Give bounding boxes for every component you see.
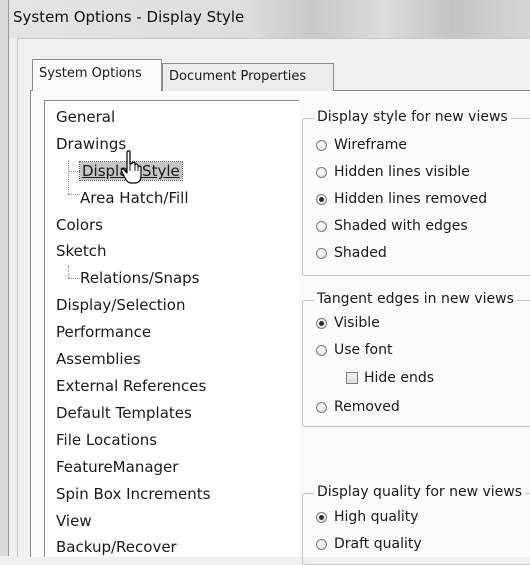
display-quality-legend: Display quality for new views (314, 484, 526, 500)
tree-connector (68, 194, 80, 195)
tangent-edges-legend: Tangent edges in new views (314, 291, 517, 307)
tree-item-colors[interactable]: Colors (56, 214, 103, 236)
option-tangent-removed[interactable]: Removed (316, 398, 400, 416)
tree-item-featuremanager[interactable]: FeatureManager (56, 456, 178, 478)
display-quality-group (302, 493, 530, 565)
option-hide-ends[interactable]: Hide ends (346, 369, 434, 387)
tree-item-file-locations[interactable]: File Locations (56, 429, 157, 451)
tree-item-sketch[interactable]: Sketch (56, 240, 107, 262)
option-tangent-visible[interactable]: Visible (316, 314, 380, 332)
background-edge (0, 0, 8, 556)
tree-item-backup-recover[interactable]: Backup/Recover (56, 536, 177, 558)
display-style-legend: Display style for new views (314, 109, 511, 125)
option-shaded-with-edges[interactable]: Shaded with edges (316, 217, 468, 235)
tree-connector (68, 278, 80, 279)
option-tangent-use-font[interactable]: Use font (316, 341, 392, 359)
radio-selected-icon[interactable] (316, 512, 327, 523)
radio-icon[interactable] (316, 248, 327, 259)
tree-item-assemblies[interactable]: Assemblies (56, 348, 141, 370)
tree-item-spin-box-increments[interactable]: Spin Box Increments (56, 483, 210, 505)
radio-selected-icon[interactable] (316, 194, 327, 205)
option-hidden-lines-visible[interactable]: Hidden lines visible (316, 163, 470, 181)
radio-icon[interactable] (316, 345, 327, 356)
radio-icon[interactable] (316, 140, 327, 151)
tab-system-options[interactable]: System Options (32, 59, 162, 91)
tree-item-general[interactable]: General (56, 106, 115, 128)
option-wireframe[interactable]: Wireframe (316, 136, 407, 154)
tree-item-default-templates[interactable]: Default Templates (56, 402, 192, 424)
tab-document-properties[interactable]: Document Properties (162, 63, 334, 91)
radio-icon[interactable] (316, 402, 327, 413)
option-high-quality[interactable]: High quality (316, 508, 419, 526)
checkbox-icon[interactable] (346, 372, 358, 384)
title-bar[interactable]: System Options - Display Style (9, 0, 530, 38)
tree-item-external-references[interactable]: External References (56, 375, 206, 397)
tree-connector (68, 266, 69, 278)
tree-item-relations-snaps[interactable]: Relations/Snaps (80, 267, 200, 289)
tree-item-performance[interactable]: Performance (56, 321, 151, 343)
radio-icon[interactable] (316, 539, 327, 550)
option-shaded[interactable]: Shaded (316, 244, 387, 262)
tree-connector (68, 160, 69, 194)
radio-icon[interactable] (316, 221, 327, 232)
option-hidden-lines-removed[interactable]: Hidden lines removed (316, 190, 487, 208)
tree-item-area-hatch-fill[interactable]: Area Hatch/Fill (80, 187, 189, 209)
tree-item-view[interactable]: View (56, 510, 92, 532)
radio-selected-icon[interactable] (316, 318, 327, 329)
tree-connector (68, 171, 80, 172)
radio-icon[interactable] (316, 167, 327, 178)
option-draft-quality[interactable]: Draft quality (316, 535, 422, 553)
tree-item-drawings[interactable]: Drawings (56, 133, 126, 155)
tree-item-display-selection[interactable]: Display/Selection (56, 294, 185, 316)
window-title: System Options - Display Style (13, 8, 245, 26)
hand-pointer-icon (120, 150, 142, 184)
